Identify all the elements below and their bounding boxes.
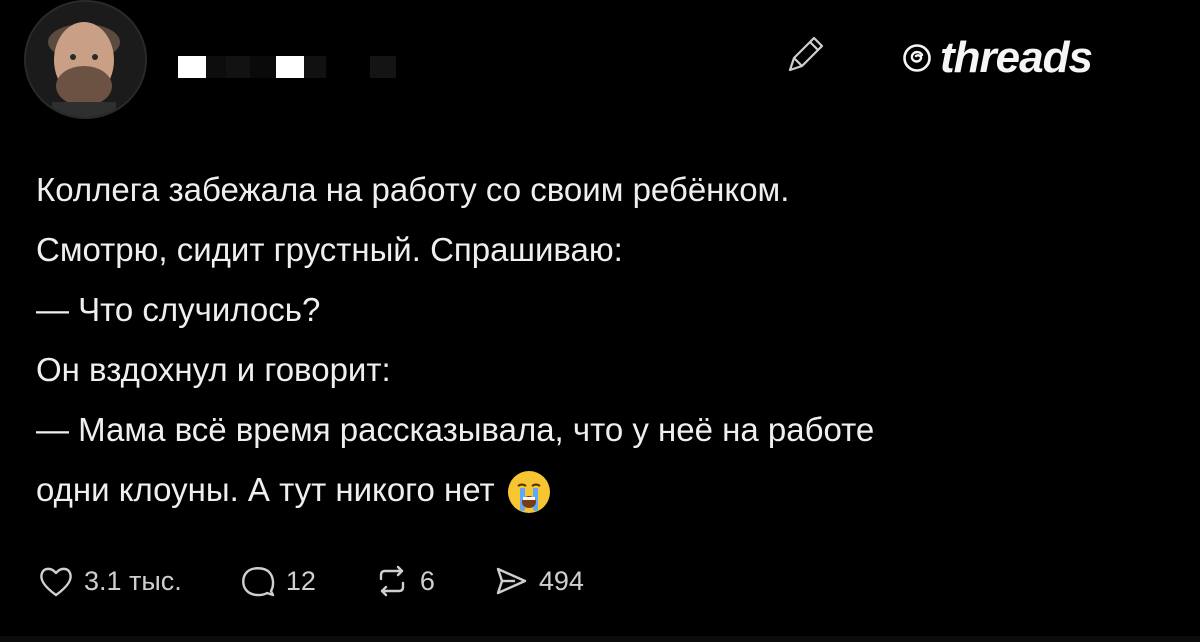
redaction-block [370, 56, 396, 78]
repost-icon [379, 565, 405, 597]
post-line: — Мама всё время рассказывала, что у неё… [36, 411, 875, 448]
post-line: — Что случилось? [36, 291, 321, 328]
post-last-line: одни клоуны. А тут никого нет [36, 460, 1176, 520]
redaction-block [178, 56, 206, 78]
share-send-icon [496, 567, 527, 595]
post-line: одни клоуны. А тут никого нет [36, 471, 495, 508]
bottom-divider [0, 636, 1200, 642]
like-button[interactable]: 3.1 тыс. [36, 561, 182, 601]
redaction-block [226, 56, 250, 78]
redaction-block [276, 56, 304, 78]
post-line: Коллега забежала на работу со своим ребё… [36, 171, 790, 208]
redaction-block [250, 56, 276, 78]
share-button[interactable]: 494 [491, 561, 584, 601]
avatar-portrait [26, 2, 145, 117]
threads-logo-icon [903, 44, 931, 72]
redacted-username [178, 56, 396, 78]
repost-button[interactable]: 6 [372, 561, 435, 601]
redaction-block [304, 56, 326, 78]
threads-wordmark: threads [940, 33, 1093, 82]
post-line: Смотрю, сидит грустный. Спрашиваю: [36, 231, 623, 268]
share-count: 494 [538, 565, 584, 596]
post-body: Коллега забежала на работу со своим ребё… [36, 160, 1176, 520]
comment-bubble-icon [241, 567, 275, 597]
edit-pencil-icon[interactable] [782, 32, 828, 78]
redaction-block [206, 56, 226, 78]
repost-count: 6 [419, 565, 435, 596]
comment-count: 12 [285, 565, 316, 596]
avatar[interactable] [24, 0, 147, 119]
redaction-block [326, 56, 370, 78]
crying-face-emoji-icon [507, 471, 550, 514]
post-line: Он вздохнул и говорит: [36, 351, 391, 388]
post-actions: 3.1 тыс. 12 6 494 [36, 561, 640, 601]
comment-button[interactable]: 12 [238, 561, 316, 601]
heart-icon [40, 567, 72, 597]
like-count: 3.1 тыс. [84, 565, 182, 596]
threads-brand: threads [902, 33, 1093, 82]
